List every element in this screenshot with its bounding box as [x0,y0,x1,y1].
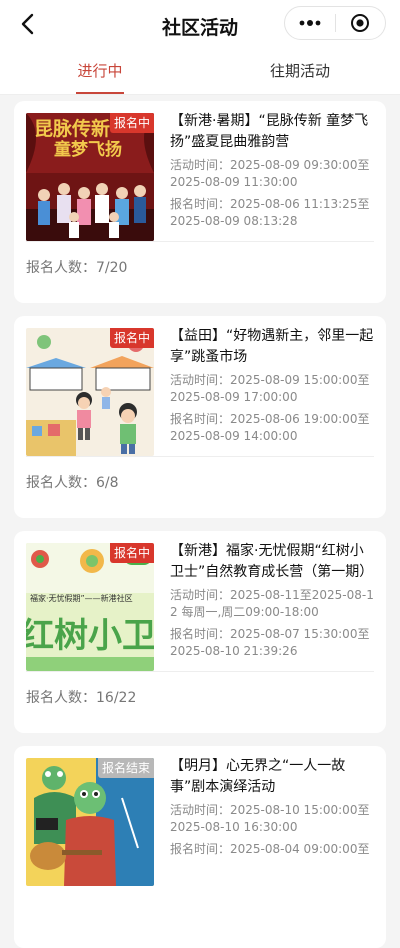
mini-program-capsule [284,6,386,40]
card-divider [26,456,374,457]
close-button[interactable] [335,7,385,39]
activity-time: 活动时间：2025-08-09 15:00:00至2025-08-09 17:0… [170,373,370,404]
activity-title: 【明月】心无界之“一人一故事”剧本演绎活动 [170,758,346,795]
activity-title: 【新港】福家·无忧假期“红树小卫士”自然教育成长营（第一期） [170,543,374,580]
signup-time: 报名时间：2025-08-06 11:13:25至2025-08-09 08:1… [170,197,370,228]
tab-ongoing[interactable]: 进行中 [76,50,124,94]
poster-title: 红树小卫士 [26,616,154,656]
activity-card[interactable]: 昆脉传新 童梦飞扬 报名中 【新港·暑期】“昆脉传新 童梦飞扬”盛夏昆曲雅韵营 … [14,101,386,303]
tab-past-activities[interactable]: 往期活动 [262,50,338,94]
activity-thumbnail: 报名结束 [26,758,154,886]
status-badge: 报名中 [109,328,154,348]
signup-time: 报名时间：2025-08-07 15:30:00至2025-08-10 21:3… [170,627,370,658]
card-divider [26,241,374,242]
status-badge: 报名中 [109,543,154,563]
more-dots-icon [299,20,321,26]
activity-info: 【益田】“好物遇新主，邻里一起享”跳蚤市场 活动时间：2025-08-09 15… [170,326,376,450]
activity-thumbnail: 报名中 [26,328,154,456]
image-caption-line2: 童梦飞扬 [54,139,122,160]
activity-title: 【新港·暑期】“昆脉传新 童梦飞扬”盛夏昆曲雅韵营 [170,113,369,150]
status-badge: 报名中 [109,113,154,133]
more-button[interactable] [285,7,335,39]
activity-title: 【益田】“好物遇新主，邻里一起享”跳蚤市场 [170,328,374,365]
activity-card[interactable]: 报名中 【益田】“好物遇新主，邻里一起享”跳蚤市场 活动时间：2025-08-0… [14,316,386,518]
nav-bar: 社区活动 [0,0,400,50]
signup-count: 报名人数：7/20 [26,260,128,276]
activity-time: 活动时间：2025-08-11至2025-08-12 每周一,周二09:00-1… [170,588,374,619]
activity-time: 活动时间：2025-08-09 09:30:00至2025-08-09 11:3… [170,158,370,189]
activity-thumbnail: 昆脉传新 童梦飞扬 报名中 [26,113,154,241]
signup-time: 报名时间：2025-08-04 09:00:00至 [170,842,370,856]
activity-card[interactable]: 报名结束 【明月】心无界之“一人一故事”剧本演绎活动 活动时间：2025-08-… [14,746,386,948]
poster-subtitle: 福家·无忧假期”——新港社区 [30,593,133,603]
activity-time: 活动时间：2025-08-10 15:00:00至2025-08-10 16:3… [170,803,370,834]
activity-info: 【明月】心无界之“一人一故事”剧本演绎活动 活动时间：2025-08-10 15… [170,756,376,863]
card-divider [26,671,374,672]
signup-time: 报名时间：2025-08-06 19:00:00至2025-08-09 14:0… [170,412,370,443]
activity-info: 【新港·暑期】“昆脉传新 童梦飞扬”盛夏昆曲雅韵营 活动时间：2025-08-0… [170,111,376,235]
activity-info: 【新港】福家·无忧假期“红树小卫士”自然教育成长营（第一期） 活动时间：2025… [170,541,376,665]
mini-program-close-icon [351,14,370,32]
tab-bar: 进行中 往期活动 [0,50,400,95]
status-badge: 报名结束 [97,758,154,778]
activity-thumbnail: 福家·无忧假期”——新港社区 红树小卫士 报名中 [26,543,154,671]
signup-count: 报名人数：16/22 [26,690,137,706]
activity-card[interactable]: 福家·无忧假期”——新港社区 红树小卫士 报名中 【新港】福家·无忧假期“红树小… [14,531,386,733]
image-caption-line1: 昆脉传新 [34,117,110,140]
signup-count: 报名人数：6/8 [26,475,119,491]
